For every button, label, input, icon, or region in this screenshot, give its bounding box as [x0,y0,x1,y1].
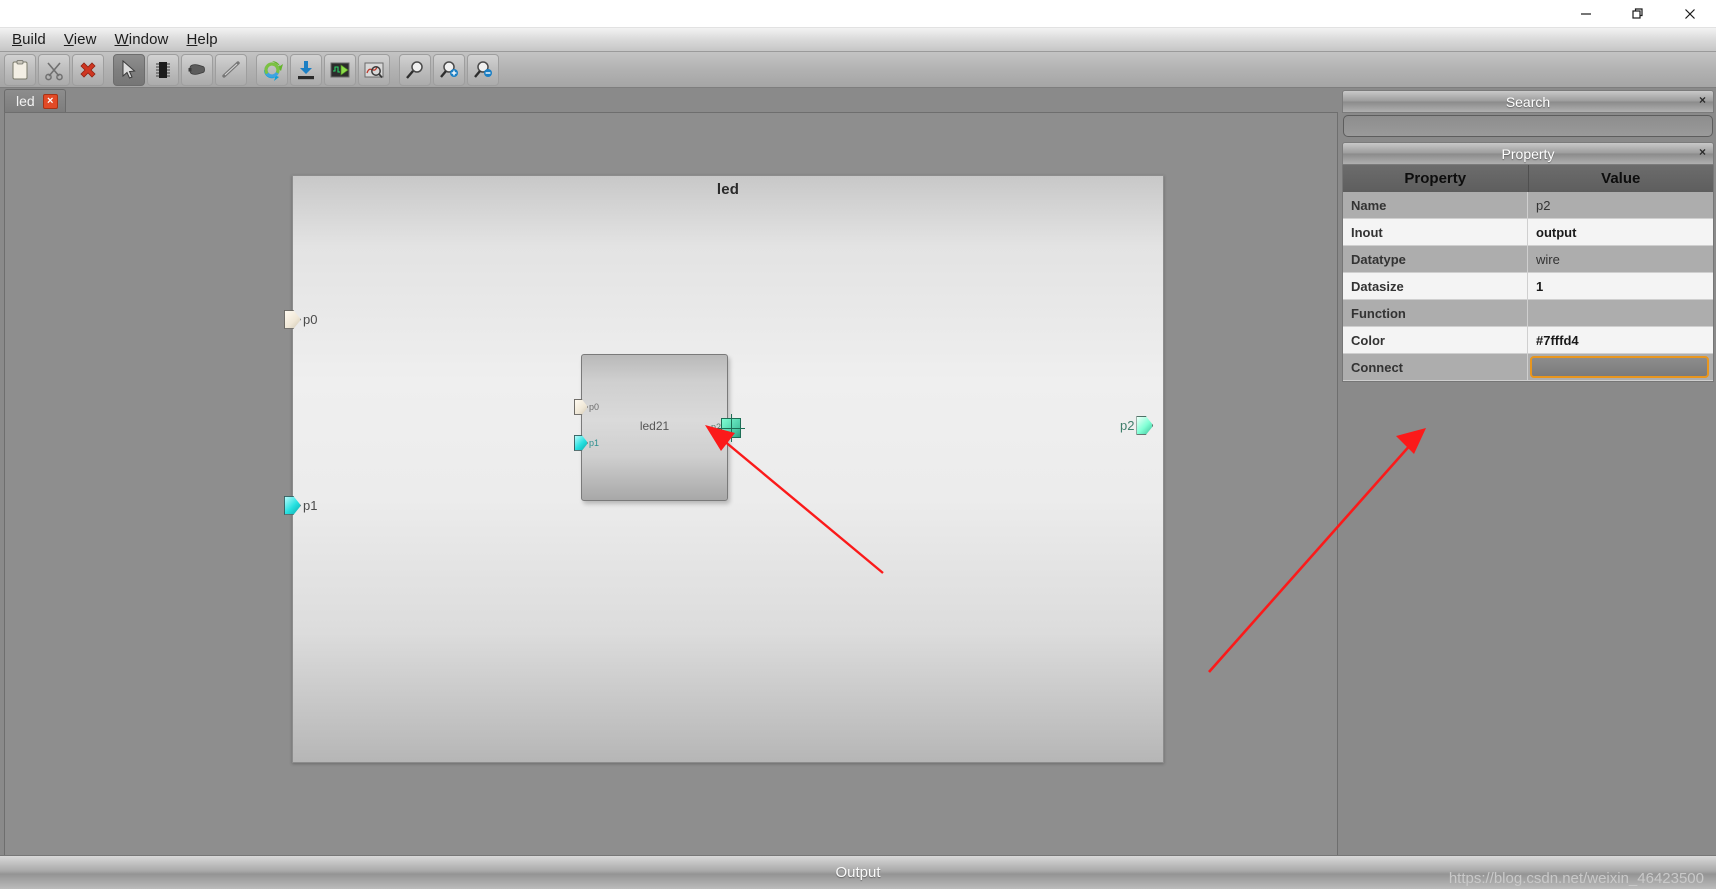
port-arrow-icon [284,310,301,329]
editor-pane: led × led p0 p1 p2 led21 p0 p1 p2 [0,88,1342,889]
search-panel-header: Search × [1342,90,1714,113]
instance-port-p0-label: p0 [589,402,600,412]
window-titlebar [0,0,1716,28]
zoom-out-icon[interactable] [399,53,431,86]
property-row-datatype[interactable]: Datatype wire [1343,246,1713,273]
search-input[interactable] [1343,115,1713,137]
search-panel-title: Search [1505,93,1551,110]
toolbar-separator [105,54,112,86]
output-panel-title: Output [835,864,881,881]
menu-build[interactable]: Build [4,29,56,50]
watermark-text: https://blog.csdn.net/weixin_46423500 [1448,870,1704,887]
instance-led21[interactable]: led21 p0 p1 p2 [574,354,745,501]
instance-port-p2-selected[interactable] [717,414,745,442]
main-toolbar [0,52,1716,88]
property-value-datatype[interactable]: wire [1528,246,1713,273]
dock-empty-area [1342,382,1714,889]
instance-led21-label: led21 [639,419,670,433]
zoom-in-icon[interactable] [433,53,465,86]
property-panel-header: Property × [1342,142,1714,165]
instance-port-p1[interactable]: p1 [574,435,599,451]
port-arrow-icon [574,399,588,415]
property-panel-close-icon[interactable]: × [1696,146,1709,159]
property-key-connect: Connect [1343,354,1528,381]
property-table-header: Property Value [1343,165,1713,192]
property-key-datatype: Datatype [1343,246,1528,273]
property-row-inout[interactable]: Inout output [1343,219,1713,246]
property-key-color: Color [1343,327,1528,354]
search-panel-close-icon[interactable]: × [1696,94,1709,107]
property-value-name[interactable]: p2 [1528,192,1713,219]
property-value-connect[interactable] [1528,354,1713,381]
column-header-value: Value [1528,165,1713,192]
connect-combobox[interactable] [1530,356,1709,378]
restore-icon[interactable] [1612,0,1664,28]
right-dock: Search × Property × Property Value Name … [1342,88,1716,889]
minimize-icon[interactable] [1560,0,1612,28]
property-key-name: Name [1343,192,1528,219]
instance-port-p2-label: p2 [711,422,722,432]
instance-port-p0[interactable]: p0 [574,399,599,415]
wire-line-icon[interactable] [215,53,247,86]
top-module-title: led [716,181,740,198]
property-panel-title: Property [1501,145,1555,162]
menu-view[interactable]: View [56,29,107,50]
document-tabstrip: led × [4,88,1342,112]
toolbar-separator [248,54,255,86]
column-header-property: Property [1343,165,1529,192]
menubar: Build View Window Help [0,28,1716,52]
toolbar-separator [391,54,398,86]
instance-port-p1-label: p1 [589,438,600,448]
property-value-color[interactable]: #7fffd4 [1528,327,1713,354]
red-x-delete-icon[interactable] [72,53,104,86]
scissors-cut-icon[interactable] [38,53,70,86]
boundary-port-p0-label: p0 [303,312,318,327]
property-key-function: Function [1343,300,1528,327]
document-tab-label: led [16,93,35,109]
property-key-datasize: Datasize [1343,273,1528,300]
boundary-port-p0[interactable]: p0 [284,310,317,329]
boundary-port-p1-label: p1 [303,498,318,513]
zoom-fit-icon[interactable] [467,53,499,86]
top-module-block[interactable]: led p0 p1 p2 led21 p0 p1 p2 [284,175,1164,763]
boundary-port-p2-label: p2 [1120,418,1135,433]
menu-window[interactable]: Window [107,29,179,50]
port-arrow-icon [284,496,301,515]
workspace: led × led p0 p1 p2 led21 p0 p1 p2 Search… [0,88,1716,889]
property-value-function[interactable] [1528,300,1713,327]
property-row-color[interactable]: Color #7fffd4 [1343,327,1713,354]
property-table: Property Value Name p2 Inout output Data… [1342,165,1714,382]
clipboard-paste-icon[interactable] [4,53,36,86]
property-row-datasize[interactable]: Datasize 1 [1343,273,1713,300]
close-icon[interactable] [1664,0,1716,28]
selection-crosshair-horizontal [717,428,745,429]
property-row-function[interactable]: Function [1343,300,1713,327]
menu-help[interactable]: Help [178,29,227,50]
property-row-connect[interactable]: Connect [1343,354,1713,381]
boundary-port-p1[interactable]: p1 [284,496,317,515]
port-arrow-icon [574,435,588,451]
chip-module-icon[interactable] [147,53,179,86]
property-value-inout[interactable]: output [1528,219,1713,246]
property-value-datasize[interactable]: 1 [1528,273,1713,300]
inspect-waveform-icon[interactable] [358,53,390,86]
document-tab-led[interactable]: led × [4,89,66,112]
property-row-name[interactable]: Name p2 [1343,192,1713,219]
download-icon[interactable] [290,53,322,86]
cursor-pointer-icon[interactable] [113,53,145,86]
property-key-inout: Inout [1343,219,1528,246]
graph-canvas[interactable]: led p0 p1 p2 led21 p0 p1 p2 [4,112,1338,863]
boundary-port-p2[interactable]: p2 [1120,416,1154,435]
run-simulate-icon[interactable] [324,53,356,86]
tab-close-icon[interactable]: × [42,93,58,109]
usb-connector-icon[interactable] [181,53,213,86]
port-arrow-icon [1136,416,1154,435]
refresh-sync-icon[interactable] [256,53,288,86]
